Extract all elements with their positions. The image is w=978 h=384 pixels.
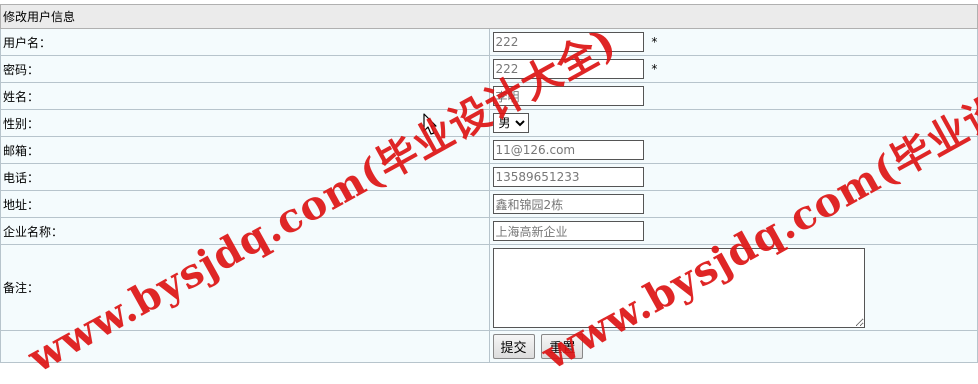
gender-row: 性别： 男 <box>0 109 978 137</box>
gender-label: 性别： <box>0 109 490 137</box>
submit-button[interactable]: 提交 <box>492 334 535 359</box>
company-cell <box>488 217 978 245</box>
gender-select[interactable]: 男 <box>492 113 529 133</box>
actions-row: 提交 重置 <box>0 330 978 363</box>
reset-button[interactable]: 重置 <box>541 334 584 359</box>
phone-row: 电话： <box>0 163 978 191</box>
address-label: 地址： <box>0 190 490 218</box>
username-cell: * <box>488 28 978 56</box>
actions-spacer <box>0 330 490 363</box>
name-cell <box>488 82 978 110</box>
address-cell <box>488 190 978 218</box>
address-input[interactable] <box>492 194 644 214</box>
company-label: 企业名称： <box>0 217 490 245</box>
email-cell <box>488 136 978 164</box>
remark-label: 备注： <box>0 244 490 331</box>
email-input[interactable] <box>492 140 644 160</box>
company-input[interactable] <box>492 221 644 241</box>
email-label: 邮箱： <box>0 136 490 164</box>
gender-cell: 男 <box>488 109 978 137</box>
username-row: 用户名： * <box>0 28 978 56</box>
password-cell: * <box>488 55 978 83</box>
form-title: 修改用户信息 <box>0 4 978 29</box>
password-row: 密码： * <box>0 55 978 83</box>
remark-row: 备注： <box>0 244 978 331</box>
edit-user-form: 修改用户信息 用户名： * 密码： * 姓名： 性别： 男 邮箱： <box>0 4 978 363</box>
address-row: 地址： <box>0 190 978 218</box>
phone-input[interactable] <box>492 167 644 187</box>
username-label: 用户名： <box>0 28 490 56</box>
name-row: 姓名： <box>0 82 978 110</box>
remark-cell <box>488 244 978 331</box>
actions-cell: 提交 重置 <box>488 330 978 363</box>
phone-label: 电话： <box>0 163 490 191</box>
email-row: 邮箱： <box>0 136 978 164</box>
remark-textarea[interactable] <box>492 247 865 328</box>
password-input[interactable] <box>492 59 644 79</box>
password-label: 密码： <box>0 55 490 83</box>
name-label: 姓名： <box>0 82 490 110</box>
company-row: 企业名称： <box>0 217 978 245</box>
password-required-mark: * <box>651 62 658 76</box>
username-input[interactable] <box>492 32 644 52</box>
name-input[interactable] <box>492 86 644 106</box>
form-header-row: 修改用户信息 <box>0 4 978 29</box>
phone-cell <box>488 163 978 191</box>
username-required-mark: * <box>651 35 658 49</box>
